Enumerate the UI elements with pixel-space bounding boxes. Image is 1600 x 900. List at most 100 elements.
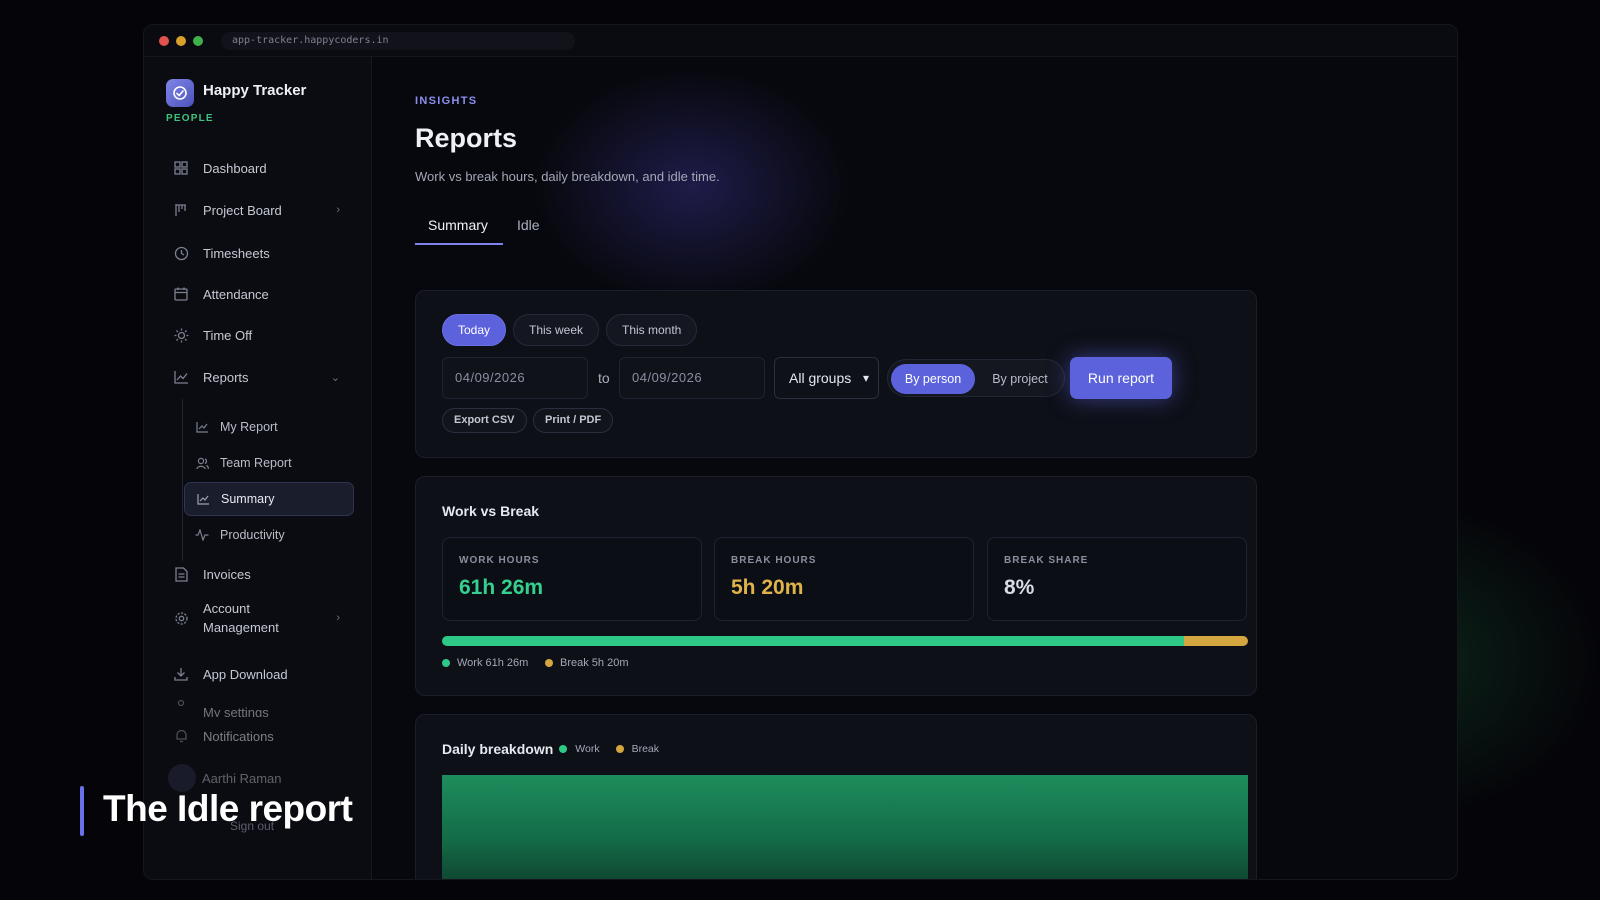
gear-icon: [172, 609, 190, 627]
nav-time-off-label: Time Off: [203, 327, 253, 343]
break-share-label: BREAK SHARE: [1004, 555, 1089, 566]
date-range-separator: to: [598, 370, 610, 386]
close-window-button[interactable]: [159, 36, 169, 46]
nav-project-board[interactable]: Project Board ›: [166, 195, 346, 225]
work-hours-label: WORK HOURS: [459, 555, 540, 566]
daily-breakdown-card: Daily breakdown Work Break: [415, 714, 1257, 879]
work-bar-segment: [442, 636, 1184, 646]
daily-legend-work: Work: [575, 743, 600, 755]
line-chart-icon: [195, 491, 211, 507]
line-chart-icon: [194, 419, 210, 435]
nav-dashboard-label: Dashboard: [203, 160, 267, 176]
nav-dashboard[interactable]: Dashboard: [166, 153, 346, 183]
nav-account-management-label: Account Management: [203, 601, 279, 635]
report-tabs: Summary Idle: [415, 217, 1255, 245]
tab-idle[interactable]: Idle: [517, 217, 540, 233]
brand-logo-icon: [166, 79, 194, 107]
subnav-summary[interactable]: Summary: [184, 482, 354, 516]
subnav-productivity[interactable]: Productivity: [184, 518, 354, 552]
chevron-down-icon: ▾: [862, 371, 869, 385]
pulse-icon: [194, 527, 210, 543]
work-break-progress-bar: [442, 636, 1248, 646]
address-bar[interactable]: app-tracker.happycoders.in: [221, 32, 575, 50]
chart-icon: [172, 368, 190, 386]
nav-time-off[interactable]: Time Off: [166, 320, 346, 350]
chevron-down-icon: ⌄: [330, 371, 340, 384]
subnav-guide-line: [182, 399, 183, 561]
work-vs-break-card: Work vs Break WORK HOURS 61h 26m BREAK H…: [415, 476, 1257, 696]
nav-my-settings[interactable]: My settings: [166, 693, 346, 717]
work-dot-icon: [559, 745, 568, 753]
daily-breakdown-title: Daily breakdown: [442, 741, 554, 757]
grouping-toggle: By person By project: [887, 359, 1065, 397]
range-this-month-button[interactable]: This month: [606, 314, 698, 346]
legend-work: Work 61h 26m: [442, 657, 528, 669]
chevron-right-icon: ›: [336, 204, 340, 216]
bell-icon: [172, 727, 190, 745]
caption-accent-bar: [80, 786, 84, 836]
subnav-my-report-label: My Report: [220, 420, 278, 434]
minimize-window-button[interactable]: [176, 36, 186, 46]
subnav-my-report[interactable]: My Report: [184, 410, 354, 444]
nav-account-management[interactable]: Account Management ›: [166, 597, 346, 639]
brand-tag: PEOPLE: [166, 113, 214, 124]
page-subtitle: Work vs break hours, daily breakdown, an…: [415, 169, 720, 184]
nav-reports[interactable]: Reports ⌄: [166, 362, 346, 392]
by-person-button[interactable]: By person: [891, 364, 975, 394]
by-project-button[interactable]: By project: [978, 364, 1062, 394]
export-csv-button[interactable]: Export CSV: [442, 408, 527, 433]
break-bar-segment: [1183, 636, 1248, 646]
break-hours-label: BREAK HOURS: [731, 555, 817, 566]
daily-breakdown-chart: [442, 775, 1248, 879]
nav-app-download-label: App Download: [203, 666, 288, 682]
sun-icon: [172, 326, 190, 344]
legend-break-label: Break 5h 20m: [560, 657, 629, 669]
run-report-button[interactable]: Run report: [1070, 357, 1172, 399]
board-icon: [172, 201, 190, 219]
filters-card: Today This week This month 04/09/2026 to…: [415, 290, 1257, 458]
subnav-productivity-label: Productivity: [220, 528, 285, 542]
break-hours-stat: BREAK HOURS 5h 20m: [714, 537, 974, 621]
break-share-stat: BREAK SHARE 8%: [987, 537, 1247, 621]
range-this-week-button[interactable]: This week: [513, 314, 600, 346]
maximize-window-button[interactable]: [193, 36, 203, 46]
page-eyebrow: INSIGHTS: [415, 95, 478, 107]
print-pdf-button[interactable]: Print / PDF: [533, 408, 614, 433]
group-select[interactable]: All groups ▾: [774, 357, 879, 399]
nav-notifications[interactable]: Notifications: [166, 721, 346, 751]
tab-summary[interactable]: Summary: [428, 217, 488, 233]
range-today-button[interactable]: Today: [442, 314, 507, 346]
from-date-input[interactable]: 04/09/2026: [442, 357, 588, 399]
download-icon: [172, 665, 190, 683]
nav-my-settings-label: My settings: [203, 704, 269, 718]
page-title: Reports: [415, 123, 518, 153]
work-vs-break-title: Work vs Break: [442, 503, 540, 519]
subnav-summary-label: Summary: [221, 492, 275, 506]
document-icon: [172, 565, 190, 583]
sidebar: Happy Tracker PEOPLE Dashboard Project B…: [144, 57, 372, 879]
nav-timesheets[interactable]: Timesheets: [166, 238, 346, 268]
nav-attendance-label: Attendance: [203, 286, 269, 302]
nav-invoices[interactable]: Invoices: [166, 559, 346, 589]
user-icon: [194, 455, 210, 471]
app-window: app-tracker.happycoders.in Happy Tracker…: [143, 24, 1458, 880]
break-dot-icon: [545, 659, 553, 667]
to-date-input[interactable]: 04/09/2026: [619, 357, 765, 399]
break-dot-icon: [615, 745, 624, 753]
daily-legend-break: Break: [631, 743, 660, 755]
work-hours-value: 61h 26m: [459, 576, 544, 599]
legend-work-label: Work 61h 26m: [457, 657, 529, 669]
subnav-team-report-label: Team Report: [220, 456, 292, 470]
subnav-team-report[interactable]: Team Report: [184, 446, 354, 480]
nav-timesheets-label: Timesheets: [203, 245, 270, 261]
clock-icon: [172, 244, 190, 262]
brand-name: Happy Tracker: [203, 82, 307, 99]
group-select-value: All groups: [789, 370, 852, 386]
break-share-value: 8%: [1004, 576, 1035, 599]
legend-break: Break 5h 20m: [545, 657, 628, 669]
nav-app-download[interactable]: App Download: [166, 659, 346, 689]
overlay-caption: The Idle report: [103, 788, 353, 829]
nav-attendance[interactable]: Attendance: [166, 279, 346, 309]
nav-notifications-label: Notifications: [203, 728, 274, 744]
work-hours-stat: WORK HOURS 61h 26m: [442, 537, 702, 621]
